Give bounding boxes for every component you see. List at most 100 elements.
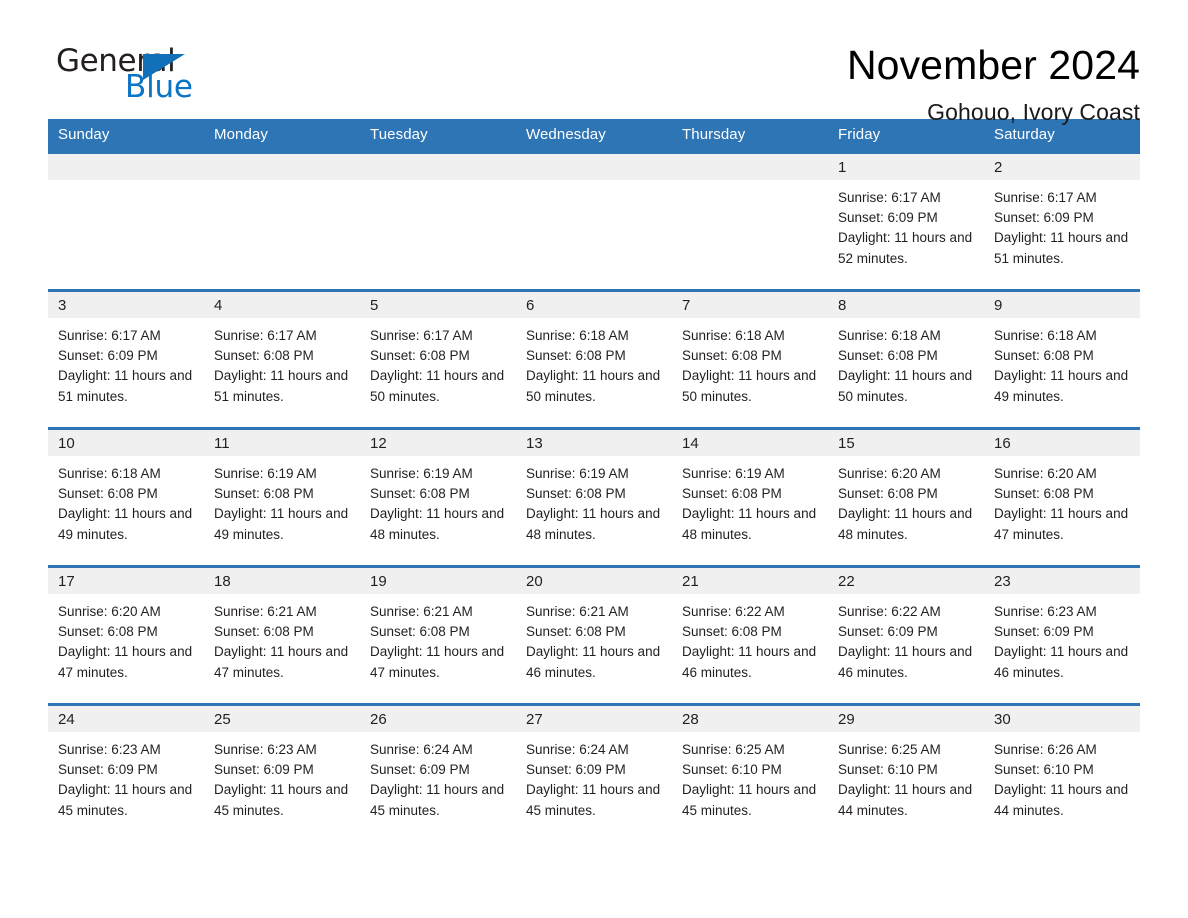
- sun-times-details: Sunrise: 6:19 AM Sunset: 6:08 PM Dayligh…: [370, 466, 505, 542]
- calendar-week-row: 17 Sunrise: 6:20 AM Sunset: 6:08 PM Dayli…: [48, 565, 1140, 705]
- general-blue-logo[interactable]: General Blue: [48, 44, 198, 106]
- day-number: 5: [360, 292, 516, 318]
- day-cell-inner: [672, 154, 828, 289]
- sun-times-details: Sunrise: 6:22 AM Sunset: 6:08 PM Dayligh…: [682, 604, 817, 680]
- day-cell-inner: 6 Sunrise: 6:18 AM Sunset: 6:08 PM Daylig…: [516, 292, 672, 427]
- sun-times-details: Sunrise: 6:21 AM Sunset: 6:08 PM Dayligh…: [526, 604, 661, 680]
- day-number: 18: [204, 568, 360, 594]
- calendar-day-cell[interactable]: 22 Sunrise: 6:22 AM Sunset: 6:09 PM Dayli…: [828, 565, 984, 705]
- calendar-week-row: 1 Sunrise: 6:17 AM Sunset: 6:09 PM Daylig…: [48, 151, 1140, 291]
- calendar-day-cell[interactable]: 9 Sunrise: 6:18 AM Sunset: 6:08 PM Daylig…: [984, 289, 1140, 429]
- calendar-day-cell[interactable]: 20 Sunrise: 6:21 AM Sunset: 6:08 PM Dayli…: [516, 565, 672, 705]
- calendar-page: General Blue November 2024 Gohouo, Ivory…: [0, 0, 1188, 918]
- day-number: 24: [48, 706, 204, 732]
- page-title: November 2024: [846, 42, 1140, 88]
- day-cell-inner: 4 Sunrise: 6:17 AM Sunset: 6:08 PM Daylig…: [204, 292, 360, 427]
- day-number: 26: [360, 706, 516, 732]
- day-number: 28: [672, 706, 828, 732]
- day-cell-inner: 9 Sunrise: 6:18 AM Sunset: 6:08 PM Daylig…: [984, 292, 1140, 427]
- day-number: 29: [828, 706, 984, 732]
- calendar-day-cell[interactable]: 16 Sunrise: 6:20 AM Sunset: 6:08 PM Dayli…: [984, 427, 1140, 567]
- calendar-day-cell[interactable]: 12 Sunrise: 6:19 AM Sunset: 6:08 PM Dayli…: [360, 427, 516, 567]
- calendar-day-cell[interactable]: 30 Sunrise: 6:26 AM Sunset: 6:10 PM Dayli…: [984, 703, 1140, 841]
- calendar-week-row: 24 Sunrise: 6:23 AM Sunset: 6:09 PM Dayli…: [48, 703, 1140, 841]
- sun-times-details: Sunrise: 6:26 AM Sunset: 6:10 PM Dayligh…: [994, 742, 1129, 818]
- calendar-day-cell[interactable]: 6 Sunrise: 6:18 AM Sunset: 6:08 PM Daylig…: [516, 289, 672, 429]
- calendar-day-cell-empty: [360, 151, 516, 291]
- calendar-day-cell[interactable]: 24 Sunrise: 6:23 AM Sunset: 6:09 PM Dayli…: [48, 703, 204, 841]
- day-cell-inner: 23 Sunrise: 6:23 AM Sunset: 6:09 PM Dayli…: [984, 568, 1140, 703]
- calendar-day-cell[interactable]: 1 Sunrise: 6:17 AM Sunset: 6:09 PM Daylig…: [828, 151, 984, 291]
- sun-times-details: Sunrise: 6:19 AM Sunset: 6:08 PM Dayligh…: [214, 466, 349, 542]
- calendar-day-cell[interactable]: 5 Sunrise: 6:17 AM Sunset: 6:08 PM Daylig…: [360, 289, 516, 429]
- day-number: 6: [516, 292, 672, 318]
- sun-times-details: Sunrise: 6:23 AM Sunset: 6:09 PM Dayligh…: [58, 742, 193, 818]
- day-cell-inner: 8 Sunrise: 6:18 AM Sunset: 6:08 PM Daylig…: [828, 292, 984, 427]
- sun-times-details: Sunrise: 6:21 AM Sunset: 6:08 PM Dayligh…: [214, 604, 349, 680]
- sun-times-details: Sunrise: 6:18 AM Sunset: 6:08 PM Dayligh…: [994, 328, 1129, 404]
- sun-times-details: Sunrise: 6:17 AM Sunset: 6:09 PM Dayligh…: [58, 328, 193, 404]
- calendar-day-cell[interactable]: 21 Sunrise: 6:22 AM Sunset: 6:08 PM Dayli…: [672, 565, 828, 705]
- calendar-day-cell[interactable]: 8 Sunrise: 6:18 AM Sunset: 6:08 PM Daylig…: [828, 289, 984, 429]
- day-cell-inner: 16 Sunrise: 6:20 AM Sunset: 6:08 PM Dayli…: [984, 430, 1140, 565]
- day-number: 25: [204, 706, 360, 732]
- calendar-day-cell[interactable]: 29 Sunrise: 6:25 AM Sunset: 6:10 PM Dayli…: [828, 703, 984, 841]
- day-number: 13: [516, 430, 672, 456]
- day-number: [516, 154, 672, 180]
- calendar-day-cell[interactable]: 7 Sunrise: 6:18 AM Sunset: 6:08 PM Daylig…: [672, 289, 828, 429]
- day-cell-inner: 15 Sunrise: 6:20 AM Sunset: 6:08 PM Dayli…: [828, 430, 984, 565]
- day-number: 27: [516, 706, 672, 732]
- day-number: [204, 154, 360, 180]
- calendar-day-cell[interactable]: 2 Sunrise: 6:17 AM Sunset: 6:09 PM Daylig…: [984, 151, 1140, 291]
- calendar-day-cell[interactable]: 28 Sunrise: 6:25 AM Sunset: 6:10 PM Dayli…: [672, 703, 828, 841]
- day-cell-inner: 20 Sunrise: 6:21 AM Sunset: 6:08 PM Dayli…: [516, 568, 672, 703]
- calendar-day-cell[interactable]: 10 Sunrise: 6:18 AM Sunset: 6:08 PM Dayli…: [48, 427, 204, 567]
- calendar-day-cell[interactable]: 13 Sunrise: 6:19 AM Sunset: 6:08 PM Dayli…: [516, 427, 672, 567]
- day-number: 21: [672, 568, 828, 594]
- calendar-day-cell[interactable]: 18 Sunrise: 6:21 AM Sunset: 6:08 PM Dayli…: [204, 565, 360, 705]
- calendar-day-cell[interactable]: 27 Sunrise: 6:24 AM Sunset: 6:09 PM Dayli…: [516, 703, 672, 841]
- calendar-week-row: 10 Sunrise: 6:18 AM Sunset: 6:08 PM Dayli…: [48, 427, 1140, 567]
- calendar-day-cell[interactable]: 15 Sunrise: 6:20 AM Sunset: 6:08 PM Dayli…: [828, 427, 984, 567]
- day-cell-inner: 22 Sunrise: 6:22 AM Sunset: 6:09 PM Dayli…: [828, 568, 984, 703]
- sun-times-details: [48, 180, 204, 188]
- sun-times-details: Sunrise: 6:17 AM Sunset: 6:09 PM Dayligh…: [838, 190, 973, 266]
- sun-times-details: Sunrise: 6:18 AM Sunset: 6:08 PM Dayligh…: [526, 328, 661, 404]
- calendar-day-cell[interactable]: 14 Sunrise: 6:19 AM Sunset: 6:08 PM Dayli…: [672, 427, 828, 567]
- sun-times-details: Sunrise: 6:18 AM Sunset: 6:08 PM Dayligh…: [838, 328, 973, 404]
- day-cell-inner: [204, 154, 360, 289]
- day-cell-inner: 30 Sunrise: 6:26 AM Sunset: 6:10 PM Dayli…: [984, 706, 1140, 841]
- day-cell-inner: 27 Sunrise: 6:24 AM Sunset: 6:09 PM Dayli…: [516, 706, 672, 841]
- sun-times-details: Sunrise: 6:20 AM Sunset: 6:08 PM Dayligh…: [58, 604, 193, 680]
- day-cell-inner: 7 Sunrise: 6:18 AM Sunset: 6:08 PM Daylig…: [672, 292, 828, 427]
- sun-times-details: Sunrise: 6:17 AM Sunset: 6:08 PM Dayligh…: [214, 328, 349, 404]
- calendar-day-cell[interactable]: 26 Sunrise: 6:24 AM Sunset: 6:09 PM Dayli…: [360, 703, 516, 841]
- day-number: 14: [672, 430, 828, 456]
- day-cell-inner: 13 Sunrise: 6:19 AM Sunset: 6:08 PM Dayli…: [516, 430, 672, 565]
- page-subtitle: Gohouo, Ivory Coast: [927, 99, 1140, 126]
- day-cell-inner: 26 Sunrise: 6:24 AM Sunset: 6:09 PM Dayli…: [360, 706, 516, 841]
- calendar-body: 1 Sunrise: 6:17 AM Sunset: 6:09 PM Daylig…: [48, 151, 1140, 841]
- calendar-day-cell[interactable]: 19 Sunrise: 6:21 AM Sunset: 6:08 PM Dayli…: [360, 565, 516, 705]
- calendar-day-cell-empty: [48, 151, 204, 291]
- calendar-day-cell[interactable]: 11 Sunrise: 6:19 AM Sunset: 6:08 PM Dayli…: [204, 427, 360, 567]
- day-number: 2: [984, 154, 1140, 180]
- day-cell-inner: 21 Sunrise: 6:22 AM Sunset: 6:08 PM Dayli…: [672, 568, 828, 703]
- day-number: 19: [360, 568, 516, 594]
- day-number: 10: [48, 430, 204, 456]
- calendar-day-cell[interactable]: 17 Sunrise: 6:20 AM Sunset: 6:08 PM Dayli…: [48, 565, 204, 705]
- day-number: 23: [984, 568, 1140, 594]
- calendar-day-cell[interactable]: 23 Sunrise: 6:23 AM Sunset: 6:09 PM Dayli…: [984, 565, 1140, 705]
- day-number: 11: [204, 430, 360, 456]
- sun-times-details: Sunrise: 6:20 AM Sunset: 6:08 PM Dayligh…: [994, 466, 1129, 542]
- calendar-day-cell[interactable]: 4 Sunrise: 6:17 AM Sunset: 6:08 PM Daylig…: [204, 289, 360, 429]
- calendar-day-cell[interactable]: 25 Sunrise: 6:23 AM Sunset: 6:09 PM Dayli…: [204, 703, 360, 841]
- day-number: 17: [48, 568, 204, 594]
- day-cell-inner: 18 Sunrise: 6:21 AM Sunset: 6:08 PM Dayli…: [204, 568, 360, 703]
- calendar-day-cell-empty: [204, 151, 360, 291]
- day-number: 20: [516, 568, 672, 594]
- sun-times-details: [204, 180, 360, 188]
- calendar-day-cell[interactable]: 3 Sunrise: 6:17 AM Sunset: 6:09 PM Daylig…: [48, 289, 204, 429]
- sun-times-details: [672, 180, 828, 188]
- day-number: 12: [360, 430, 516, 456]
